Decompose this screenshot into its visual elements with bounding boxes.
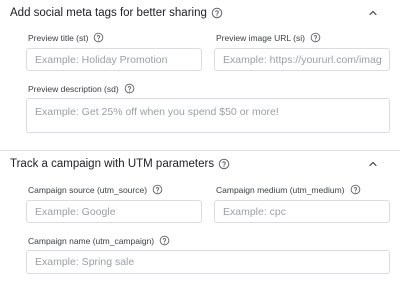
campaign-source-label-text: Campaign source (utm_source) [28, 184, 148, 195]
preview-description-label: Preview description (sd) [28, 83, 135, 94]
campaign-source-label: Campaign source (utm_source) [28, 184, 163, 195]
campaign-name-label-text: Campaign name (utm_campaign) [28, 235, 155, 246]
help-circle-icon[interactable] [211, 7, 223, 19]
chevron-up-icon [367, 6, 379, 24]
campaign-name-field[interactable] [26, 250, 390, 274]
preview-image-url-label-text: Preview image URL (si) [216, 32, 305, 43]
social-section-title: Add social meta tags for better sharing [10, 7, 207, 19]
help-circle-icon[interactable] [159, 235, 170, 246]
chevron-up-icon [367, 157, 379, 175]
help-circle-icon[interactable] [218, 158, 230, 170]
campaign-source-field[interactable] [26, 200, 202, 223]
help-circle-icon[interactable] [152, 184, 163, 195]
help-circle-icon[interactable] [350, 184, 361, 195]
help-circle-icon[interactable] [93, 32, 104, 43]
campaign-medium-label-text: Campaign medium (utm_medium) [216, 184, 345, 195]
preview-description-textarea[interactable] [27, 99, 389, 132]
preview-description-field[interactable] [26, 98, 390, 133]
preview-title-input[interactable] [27, 49, 201, 70]
utm-section-title: Track a campaign with UTM parameters [10, 158, 215, 170]
campaign-name-input[interactable] [27, 251, 389, 273]
campaign-name-label: Campaign name (utm_campaign) [28, 235, 170, 246]
preview-title-label-text: Preview title (st) [28, 32, 89, 43]
utm-section-header: Track a campaign with UTM parameters [10, 158, 230, 170]
help-circle-icon[interactable] [124, 83, 135, 94]
preview-image-url-field[interactable] [214, 48, 390, 71]
collapse-utm-button[interactable] [366, 159, 380, 173]
campaign-medium-field[interactable] [214, 200, 390, 223]
preview-description-label-text: Preview description (sd) [28, 83, 119, 94]
campaign-source-input[interactable] [27, 201, 201, 222]
preview-title-label: Preview title (st) [28, 32, 104, 43]
preview-title-field[interactable] [26, 48, 202, 71]
collapse-social-button[interactable] [366, 8, 380, 22]
campaign-medium-input[interactable] [215, 201, 389, 222]
section-divider [0, 150, 400, 151]
campaign-medium-label: Campaign medium (utm_medium) [216, 184, 361, 195]
preview-image-url-label: Preview image URL (si) [216, 32, 321, 43]
help-circle-icon[interactable] [310, 32, 321, 43]
social-section-header: Add social meta tags for better sharing [10, 7, 223, 19]
preview-image-url-input[interactable] [215, 49, 389, 70]
